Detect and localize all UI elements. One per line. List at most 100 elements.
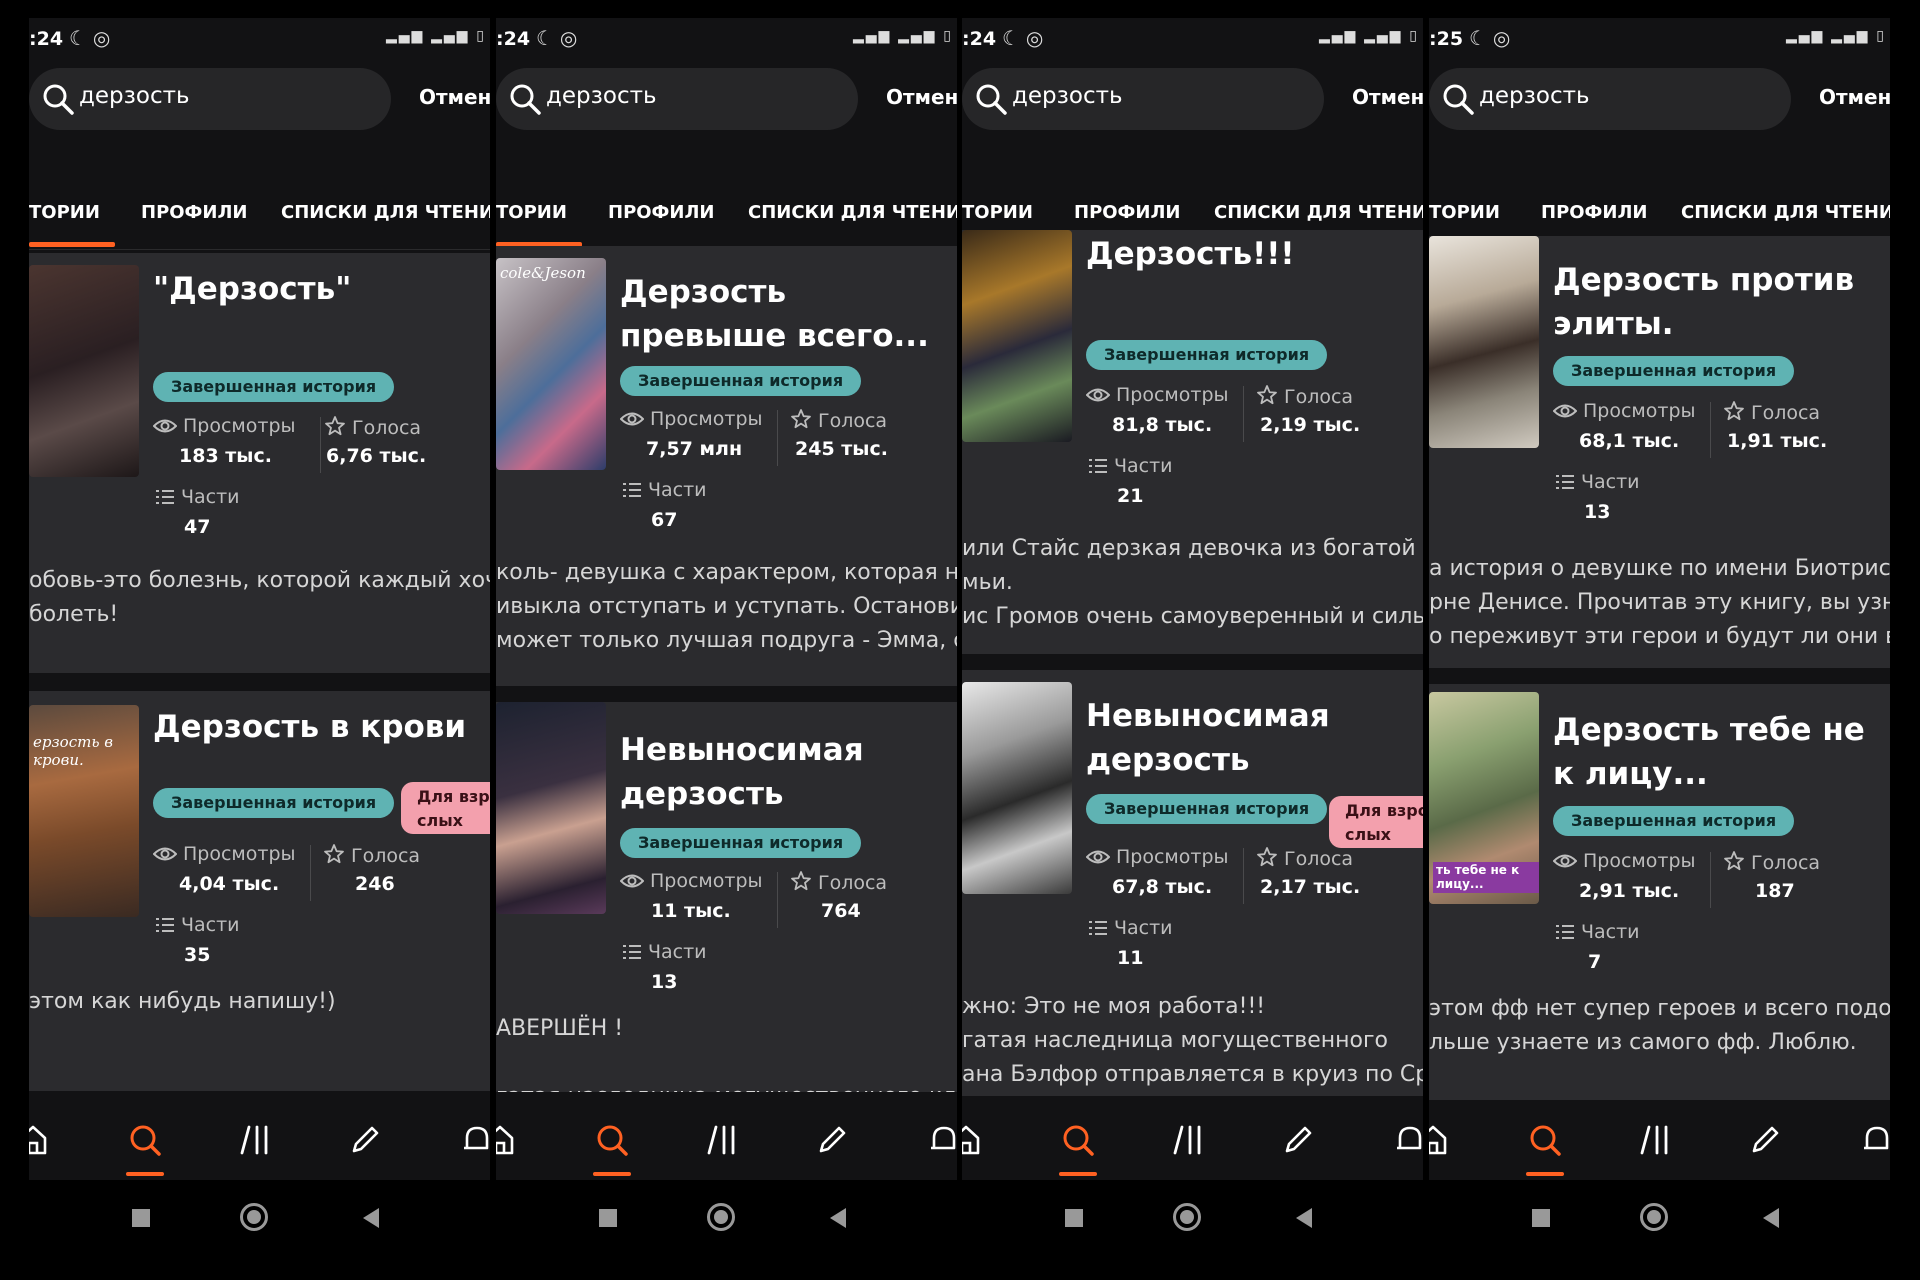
bell-icon[interactable]: [459, 1122, 490, 1158]
home-button[interactable]: [1640, 1203, 1668, 1231]
tab-stories[interactable]: ТОРИИ: [962, 202, 1033, 223]
system-nav-bar: [962, 1180, 1423, 1260]
cancel-button[interactable]: Отмени: [1352, 85, 1423, 109]
recent-apps-button[interactable]: [599, 1209, 617, 1227]
back-button[interactable]: [1296, 1208, 1312, 1228]
views-label: Просмотры: [650, 870, 763, 892]
system-nav-bar: [1429, 1180, 1890, 1260]
recent-apps-button[interactable]: [132, 1209, 150, 1227]
views-label: Просмотры: [1583, 400, 1696, 422]
back-button[interactable]: [363, 1208, 379, 1228]
home-icon[interactable]: [29, 1122, 51, 1158]
home-button[interactable]: [240, 1203, 268, 1231]
list-icon: [1556, 925, 1574, 939]
story-card[interactable]: cole&Jeson Дерзость превыше всего... Зав…: [496, 246, 957, 686]
tab-reading-lists[interactable]: СПИСКИ ДЛЯ ЧТЕНИЯ: [281, 202, 490, 223]
back-button[interactable]: [830, 1208, 846, 1228]
bell-icon[interactable]: [1859, 1122, 1890, 1158]
story-card[interactable]: ть тебе не к лицу... Дерзость тебе не к …: [1429, 684, 1890, 1104]
cancel-button[interactable]: Отмени: [1819, 85, 1890, 109]
pencil-icon[interactable]: [1280, 1122, 1316, 1158]
search-icon[interactable]: [1060, 1122, 1096, 1158]
search-input[interactable]: дерзость: [962, 68, 1324, 130]
parts-value: 21: [1117, 485, 1144, 507]
back-button[interactable]: [1763, 1208, 1779, 1228]
tab-reading-lists[interactable]: СПИСКИ ДЛЯ ЧТЕНИЯ: [748, 202, 957, 223]
views-label: Просмотры: [1116, 384, 1229, 406]
screen-panel-3: :24 ☾◎ ▂▄▆ ▂▄▆ ▯ дерзость Отмени ТОРИИ П…: [962, 18, 1423, 1260]
views-label: Просмотры: [1116, 846, 1229, 868]
search-icon[interactable]: [594, 1122, 630, 1158]
search-icon: [43, 84, 74, 115]
screen-panel-4: :25 ☾◎ ▂▄▆ ▂▄▆ ▯ дерзость Отмени ТОРИИ П…: [1429, 18, 1890, 1260]
search-input[interactable]: дерзость: [496, 68, 858, 130]
tab-reading-lists[interactable]: СПИСКИ ДЛЯ ЧТЕНИЯ: [1214, 202, 1423, 223]
search-input[interactable]: дерзость: [1429, 68, 1791, 130]
status-time: :25: [1429, 28, 1464, 50]
story-card[interactable]: Дерзость!!! Завершенная история Просмотр…: [962, 230, 1423, 654]
library-icon[interactable]: [237, 1122, 273, 1158]
story-title: Дерзость против элиты.: [1553, 262, 1855, 342]
views-label: Просмотры: [183, 415, 296, 437]
library-icon[interactable]: [1170, 1122, 1206, 1158]
tab-reading-lists[interactable]: СПИСКИ ДЛЯ ЧТЕНИЯ: [1681, 202, 1890, 223]
pencil-icon[interactable]: [347, 1122, 383, 1158]
search-icon[interactable]: [1527, 1122, 1563, 1158]
votes-label: Голоса: [818, 410, 888, 432]
home-icon[interactable]: [1429, 1122, 1451, 1158]
tab-stories[interactable]: ТОРИИ: [1429, 202, 1500, 223]
library-icon[interactable]: [1637, 1122, 1673, 1158]
views-value: 81,8 тыс.: [1112, 414, 1213, 436]
search-icon[interactable]: [127, 1122, 163, 1158]
bell-icon[interactable]: [926, 1122, 957, 1158]
votes-label: Голоса: [351, 845, 421, 867]
story-card[interactable]: Невыносимая дерзость Завершенная история…: [496, 702, 957, 1092]
signal-battery-icon: ▂▄▆ ▂▄▆ ▯: [1318, 28, 1419, 44]
story-card[interactable]: Невыносимая дерзость Завершенная история…: [962, 670, 1423, 1096]
home-icon[interactable]: [496, 1122, 518, 1158]
story-card[interactable]: ерзость в крови. Дерзость в крови Заверш…: [29, 691, 490, 1091]
cancel-button[interactable]: Отмени: [419, 85, 490, 109]
story-card[interactable]: "Дерзость" Завершенная история Просмотры…: [29, 253, 490, 673]
bell-icon[interactable]: [1392, 1122, 1423, 1158]
home-icon[interactable]: [962, 1122, 984, 1158]
eye-icon: [1553, 404, 1577, 418]
home-button[interactable]: [707, 1203, 735, 1231]
status-badge: Завершенная история: [620, 828, 862, 858]
status-badge: Завершенная история: [153, 788, 395, 818]
story-title: Дерзость в крови: [153, 709, 467, 745]
tab-profiles[interactable]: ПРОФИЛИ: [1541, 202, 1648, 223]
parts-label: Части: [648, 479, 707, 501]
tab-profiles[interactable]: ПРОФИЛИ: [608, 202, 715, 223]
pencil-icon[interactable]: [1747, 1122, 1783, 1158]
home-button[interactable]: [1173, 1203, 1201, 1231]
book-cover: [962, 682, 1072, 894]
active-nav-indicator: [1059, 1172, 1097, 1176]
tab-profiles[interactable]: ПРОФИЛИ: [141, 202, 248, 223]
library-icon[interactable]: [704, 1122, 740, 1158]
bottom-nav: [496, 1100, 957, 1180]
tab-stories[interactable]: ТОРИИ: [496, 202, 567, 223]
list-icon: [1556, 475, 1574, 489]
search-icon: [1443, 84, 1474, 115]
moon-whatsapp-icons: ☾◎: [69, 26, 117, 50]
votes-value: 187: [1755, 880, 1795, 902]
eye-icon: [1553, 854, 1577, 868]
tab-stories[interactable]: ТОРИИ: [29, 202, 100, 223]
parts-value: 13: [1584, 501, 1611, 523]
active-tab-indicator: [29, 242, 115, 247]
story-card[interactable]: Дерзость против элиты. Завершенная истор…: [1429, 236, 1890, 668]
pencil-icon[interactable]: [814, 1122, 850, 1158]
story-description: или Стайс дерзкая девочка из богатой мьи…: [962, 536, 1423, 629]
search-input[interactable]: дерзость: [29, 68, 391, 130]
tab-profiles[interactable]: ПРОФИЛИ: [1074, 202, 1181, 223]
search-value: дерзость: [1479, 83, 1590, 109]
views-value: 67,8 тыс.: [1112, 876, 1213, 898]
recent-apps-button[interactable]: [1065, 1209, 1083, 1227]
list-icon: [156, 490, 174, 504]
cancel-button[interactable]: Отмени: [886, 85, 957, 109]
stat-divider: [320, 417, 321, 473]
eye-icon: [620, 412, 644, 426]
story-description: коль- девушка с характером, которая не и…: [496, 560, 957, 653]
recent-apps-button[interactable]: [1532, 1209, 1550, 1227]
